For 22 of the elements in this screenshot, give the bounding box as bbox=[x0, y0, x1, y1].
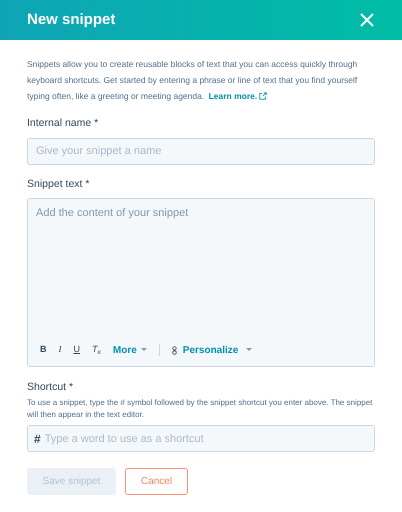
help-text: To use a snippet, type the # symbol followed by the snippet shortcut you enter above. The snippet will then appear in the text editor. bbox=[27, 397, 374, 422]
caret-icon bbox=[246, 348, 252, 352]
name-input[interactable]: Give your snippet a name bbox=[27, 138, 375, 165]
hash-prefix: # bbox=[34, 430, 41, 448]
close-button[interactable] bbox=[359, 12, 375, 28]
learn-more-link[interactable]: Learn more. bbox=[208, 88, 268, 104]
field-label: Shortcut * bbox=[27, 380, 74, 394]
external-link-icon bbox=[259, 92, 268, 100]
field-label: Snippet text * bbox=[27, 176, 90, 192]
snippet-text-input[interactable]: Add the content of your snippet bbox=[28, 198, 374, 342]
intro-text: Snippets allow you to create reusable blocks of text that you can access quickly through keyboard shortcuts. Get started by entering a phrase or line of text that you find yourself typing often, like a greeting or meeting agenda. Learn more. bbox=[27, 56, 375, 104]
italic-button[interactable]: I bbox=[58, 343, 62, 357]
caret-icon bbox=[140, 348, 147, 352]
dialog-title: New snippet bbox=[27, 10, 116, 30]
shortcut-text-input[interactable]: Type a word to use as a shortcut bbox=[44, 430, 368, 447]
bold-button[interactable]: B bbox=[40, 343, 46, 357]
snippet-text-editor[interactable]: Add the content of your snippet B I U T$_{x}$ More Personalize bbox=[27, 198, 375, 366]
underline-button[interactable]: U bbox=[74, 343, 80, 357]
clear-format-button[interactable]: T$_{x}$ bbox=[92, 343, 101, 357]
field-label: Internal name * bbox=[27, 116, 100, 131]
shortcut-input[interactable]: # Type a word to use as a shortcut bbox=[27, 425, 375, 452]
close-icon bbox=[359, 12, 375, 28]
